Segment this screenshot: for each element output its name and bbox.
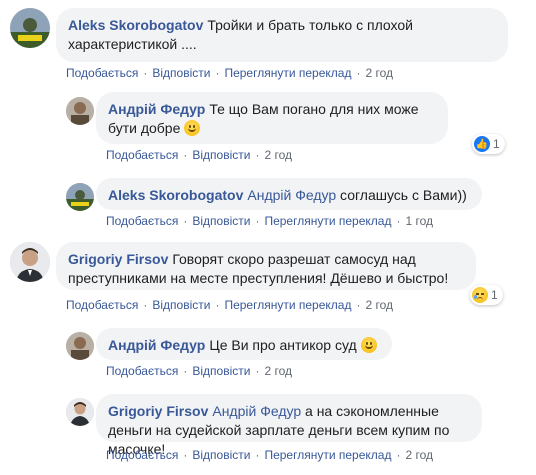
like-link[interactable]: Подобається bbox=[66, 298, 138, 312]
reply-link[interactable]: Відповісти bbox=[192, 448, 250, 462]
avatar-image bbox=[66, 332, 94, 360]
comment-bubble: Андрій Федур Це Ви про антикор суд bbox=[96, 328, 392, 360]
author-name[interactable]: Андрій Федур bbox=[108, 101, 205, 117]
avatar[interactable] bbox=[66, 183, 94, 211]
comment-actions: Подобається · Відповісти · Переглянути перек… bbox=[106, 214, 434, 228]
comment-actions: Подобається · Відповісти · Переглянути перек… bbox=[106, 448, 434, 462]
comment-text: Це Ви про антикор суд bbox=[209, 337, 357, 353]
comment-bubble: Aleks Skorobogatov Андрій Федур соглашусь… bbox=[96, 178, 482, 210]
avatar-image bbox=[10, 8, 50, 48]
like-link[interactable]: Подобається bbox=[106, 148, 178, 162]
mention-link[interactable]: Андрій Федур bbox=[247, 187, 336, 203]
translate-link[interactable]: Переглянути переклад bbox=[264, 214, 391, 228]
avatar-image bbox=[66, 97, 94, 125]
comment-bubble: Grigoriy Firsov Андрій Федур а на сэконом… bbox=[96, 394, 482, 457]
timestamp[interactable]: 2 год bbox=[365, 66, 393, 80]
like-link[interactable]: Подобається bbox=[106, 448, 178, 462]
translate-link[interactable]: Переглянути переклад bbox=[224, 66, 351, 80]
reply-link[interactable]: Відповісти bbox=[192, 148, 250, 162]
timestamp[interactable]: 1 год bbox=[405, 214, 433, 228]
avatar[interactable] bbox=[66, 332, 94, 360]
like-link[interactable]: Подобається bbox=[106, 214, 178, 228]
like-link[interactable]: Подобається bbox=[66, 66, 138, 80]
author-name[interactable]: Grigoriy Firsov bbox=[108, 403, 208, 419]
reply-link[interactable]: Відповісти bbox=[192, 364, 250, 378]
translate-link[interactable]: Переглянути переклад bbox=[224, 298, 351, 312]
timestamp[interactable]: 2 год bbox=[264, 148, 292, 162]
reaction-badge[interactable]: 1 bbox=[470, 285, 503, 305]
timestamp[interactable]: 2 год bbox=[405, 448, 433, 462]
comment-actions: Подобається · Відповісти · 2 год bbox=[106, 148, 292, 162]
comment-bubble: Grigoriy Firsov Говорят скоро разрешат са… bbox=[56, 242, 476, 290]
author-name[interactable]: Андрій Федур bbox=[108, 337, 205, 353]
avatar-image bbox=[10, 242, 50, 282]
author-name[interactable]: Grigoriy Firsov bbox=[68, 251, 168, 267]
reply-link[interactable]: Відповісти bbox=[192, 214, 250, 228]
avatar[interactable] bbox=[10, 8, 50, 48]
avatar-image bbox=[66, 398, 94, 426]
sad-icon bbox=[472, 287, 488, 303]
smile-emoji-icon bbox=[360, 337, 377, 353]
smile-emoji-icon bbox=[184, 120, 201, 136]
avatar[interactable] bbox=[10, 242, 50, 282]
mention-link[interactable]: Андрій Федур bbox=[212, 403, 301, 419]
timestamp[interactable]: 2 год bbox=[365, 298, 393, 312]
reply-link[interactable]: Відповісти bbox=[152, 298, 210, 312]
comment-bubble: Андрій Федур Те що Вам погано для них мож… bbox=[96, 92, 448, 144]
reply-link[interactable]: Відповісти bbox=[152, 66, 210, 80]
reaction-count: 1 bbox=[493, 137, 500, 151]
comment-text: соглашусь с Вами)) bbox=[340, 187, 467, 203]
reaction-badge[interactable]: 👍 1 bbox=[472, 134, 505, 154]
reaction-count: 1 bbox=[491, 288, 498, 302]
avatar[interactable] bbox=[66, 97, 94, 125]
comment-actions: Подобається · Відповісти · 2 год bbox=[106, 364, 292, 378]
like-link[interactable]: Подобається bbox=[106, 364, 178, 378]
author-name[interactable]: Aleks Skorobogatov bbox=[108, 187, 243, 203]
comment-bubble: Aleks Skorobogatov Тройки и брать только … bbox=[56, 8, 508, 62]
comment-actions: Подобається · Відповісти · Переглянути перек… bbox=[66, 298, 394, 312]
translate-link[interactable]: Переглянути переклад bbox=[264, 448, 391, 462]
avatar[interactable] bbox=[66, 398, 94, 426]
author-name[interactable]: Aleks Skorobogatov bbox=[68, 17, 203, 33]
avatar-image bbox=[66, 183, 94, 211]
comment-actions: Подобається · Відповісти · Переглянути перек… bbox=[66, 66, 394, 80]
like-icon: 👍 bbox=[474, 136, 490, 152]
timestamp[interactable]: 2 год bbox=[264, 364, 292, 378]
